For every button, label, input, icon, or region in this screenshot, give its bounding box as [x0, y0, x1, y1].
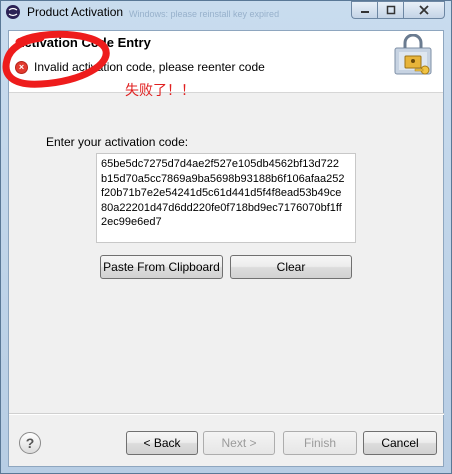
- minimize-icon: [360, 11, 369, 13]
- error-x-icon: ×: [15, 60, 28, 74]
- code-line: 80a22201d47d6dd220fe0f718bd9ec7176070bf1…: [101, 201, 342, 214]
- close-icon: [419, 5, 429, 15]
- page-title: Activation Code Entry: [15, 35, 151, 50]
- wizard-client-area: Activation Code Entry × Invalid activati…: [8, 30, 444, 467]
- code-line: f20b71b7e2e54241d5c61d441d5f4f8ead53b49c…: [101, 187, 342, 199]
- help-icon: ?: [25, 435, 35, 451]
- error-message-row: × Invalid activation code, please reente…: [15, 59, 265, 75]
- code-line: b15d70a5cc7869a9ba5698b93188b6f106afaa25…: [101, 172, 345, 185]
- activation-code-label: Enter your activation code:: [46, 135, 189, 149]
- title-bar[interactable]: Product Activation Windows: please reins…: [1, 1, 451, 23]
- error-message: Invalid activation code, please reenter …: [34, 60, 265, 74]
- caption-buttons: [351, 1, 445, 20]
- title-background-text: Windows: please reinstall key expired: [129, 9, 280, 19]
- activation-code-input[interactable]: 65be5dc7275d7d4ae2f527e105db4562bf13d722…: [96, 153, 356, 243]
- code-line: 2ec99e6ed7: [101, 216, 162, 228]
- failure-annotation-text: 失败了！！: [125, 83, 195, 99]
- wizard-header: Activation Code Entry × Invalid activati…: [9, 31, 443, 93]
- paste-from-clipboard-button[interactable]: Paste From Clipboard: [100, 255, 223, 279]
- close-button[interactable]: [403, 1, 445, 19]
- footer-separator: [9, 413, 444, 415]
- help-button[interactable]: ?: [19, 432, 41, 454]
- maximize-button[interactable]: [377, 1, 403, 19]
- code-line: 65be5dc7275d7d4ae2f527e105db4562bf13d722: [101, 158, 339, 170]
- maximize-icon: [386, 5, 395, 15]
- cancel-button[interactable]: Cancel: [363, 431, 437, 455]
- lock-with-key-icon: [394, 34, 432, 75]
- window-title: Product Activation: [27, 5, 124, 19]
- back-button[interactable]: < Back: [126, 431, 198, 455]
- clear-button[interactable]: Clear: [230, 255, 352, 279]
- product-activation-window: Product Activation Windows: please reins…: [0, 0, 452, 474]
- finish-button[interactable]: Finish: [283, 431, 357, 455]
- minimize-button[interactable]: [351, 1, 377, 19]
- eclipse-logo-icon: [6, 5, 20, 19]
- next-button[interactable]: Next >: [203, 431, 275, 455]
